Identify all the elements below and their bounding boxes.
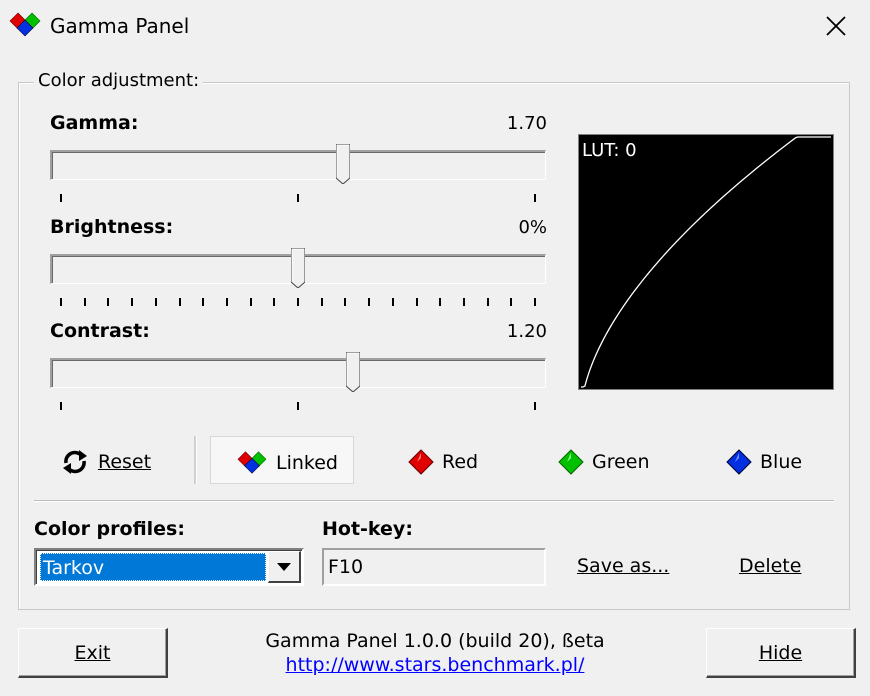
slider-tick <box>534 402 536 410</box>
slider-tick <box>83 298 86 306</box>
slider-tick <box>462 298 465 306</box>
lut-curve <box>581 136 831 388</box>
slider-tick <box>60 298 62 306</box>
slider-tick <box>131 298 134 306</box>
slider-tick <box>344 298 347 306</box>
version-text: Gamma Panel 1.0.0 (build 20), ßeta <box>265 630 605 652</box>
color-profiles-dropdown-button[interactable] <box>268 551 301 583</box>
contrast-slider-thumb[interactable] <box>345 352 360 392</box>
green-channel-button[interactable]: Green <box>558 442 650 482</box>
channel-separator <box>194 436 197 484</box>
green-label: Green <box>592 451 650 473</box>
linked-label: Linked <box>276 452 338 474</box>
refresh-icon <box>63 450 87 474</box>
brightness-slider-thumb[interactable] <box>291 248 305 288</box>
delete-button[interactable]: Delete <box>739 555 801 577</box>
contrast-slider-track[interactable] <box>50 358 546 388</box>
gamma-slider-thumb[interactable] <box>336 144 351 184</box>
hotkey-input[interactable]: F10 <box>322 548 546 586</box>
slider-tick <box>60 194 62 202</box>
red-diamond-icon <box>408 449 434 475</box>
slider-tick <box>534 194 536 202</box>
hide-label: Hide <box>758 641 803 664</box>
blue-diamond-icon <box>726 449 752 475</box>
red-label: Red <box>442 451 479 473</box>
gamma-label: Gamma: <box>50 112 139 134</box>
contrast-ticks <box>50 402 546 410</box>
brightness-ticks <box>50 298 546 306</box>
blue-label: Blue <box>760 451 803 473</box>
section-separator <box>34 500 834 502</box>
slider-tick <box>486 298 489 306</box>
linked-button[interactable]: Linked <box>236 443 338 483</box>
close-icon <box>826 16 846 36</box>
green-diamond-icon <box>558 449 584 475</box>
save-as-button[interactable]: Save as... <box>577 555 669 577</box>
slider-tick <box>249 298 252 306</box>
hide-button[interactable]: Hide <box>706 628 856 678</box>
slider-tick <box>320 298 323 306</box>
brightness-label: Brightness: <box>50 216 174 238</box>
gamma-slider-track[interactable] <box>50 150 546 180</box>
slider-tick <box>273 298 276 306</box>
slider-tick <box>154 298 157 306</box>
color-adjustment-legend: Color adjustment: <box>34 70 204 91</box>
exit-button[interactable]: Exit <box>18 628 168 678</box>
slider-tick <box>202 298 205 306</box>
gamma-panel-app-icon <box>9 12 41 37</box>
slider-tick <box>60 402 62 410</box>
slider-tick <box>225 298 228 306</box>
gamma-ticks <box>50 194 546 202</box>
gamma-value: 1.70 <box>506 113 547 134</box>
slider-tick <box>297 194 299 202</box>
contrast-value: 1.20 <box>506 321 547 342</box>
slider-tick <box>439 298 442 306</box>
lut-graph <box>578 134 834 390</box>
exit-label: Exit <box>74 641 111 664</box>
slider-tick <box>510 298 513 306</box>
reset-label: Reset <box>98 451 152 473</box>
hotkey-label: Hot-key: <box>322 518 413 540</box>
slider-tick <box>534 298 536 306</box>
color-profiles-label: Color profiles: <box>34 518 185 540</box>
slider-tick <box>415 298 418 306</box>
chevron-down-icon <box>277 562 291 571</box>
close-button[interactable] <box>816 8 856 44</box>
website-link[interactable]: http://www.stars.benchmark.pl/ <box>200 654 670 676</box>
brightness-value: 0% <box>518 217 547 238</box>
linked-rgb-icon <box>237 451 267 474</box>
gamma-curve-line <box>581 136 831 388</box>
slider-tick <box>107 298 110 306</box>
lut-label: LUT: 0 <box>582 140 637 161</box>
blue-channel-button[interactable]: Blue <box>726 442 802 482</box>
slider-tick <box>297 298 299 306</box>
slider-tick <box>297 402 299 410</box>
window-title: Gamma Panel <box>50 14 190 38</box>
reset-button[interactable]: Reset <box>60 442 151 482</box>
color-profiles-selected-value[interactable]: Tarkov <box>40 553 266 581</box>
red-channel-button[interactable]: Red <box>408 442 478 482</box>
slider-tick <box>368 298 371 306</box>
slider-tick <box>178 298 181 306</box>
slider-tick <box>391 298 394 306</box>
contrast-label: Contrast: <box>50 320 150 342</box>
